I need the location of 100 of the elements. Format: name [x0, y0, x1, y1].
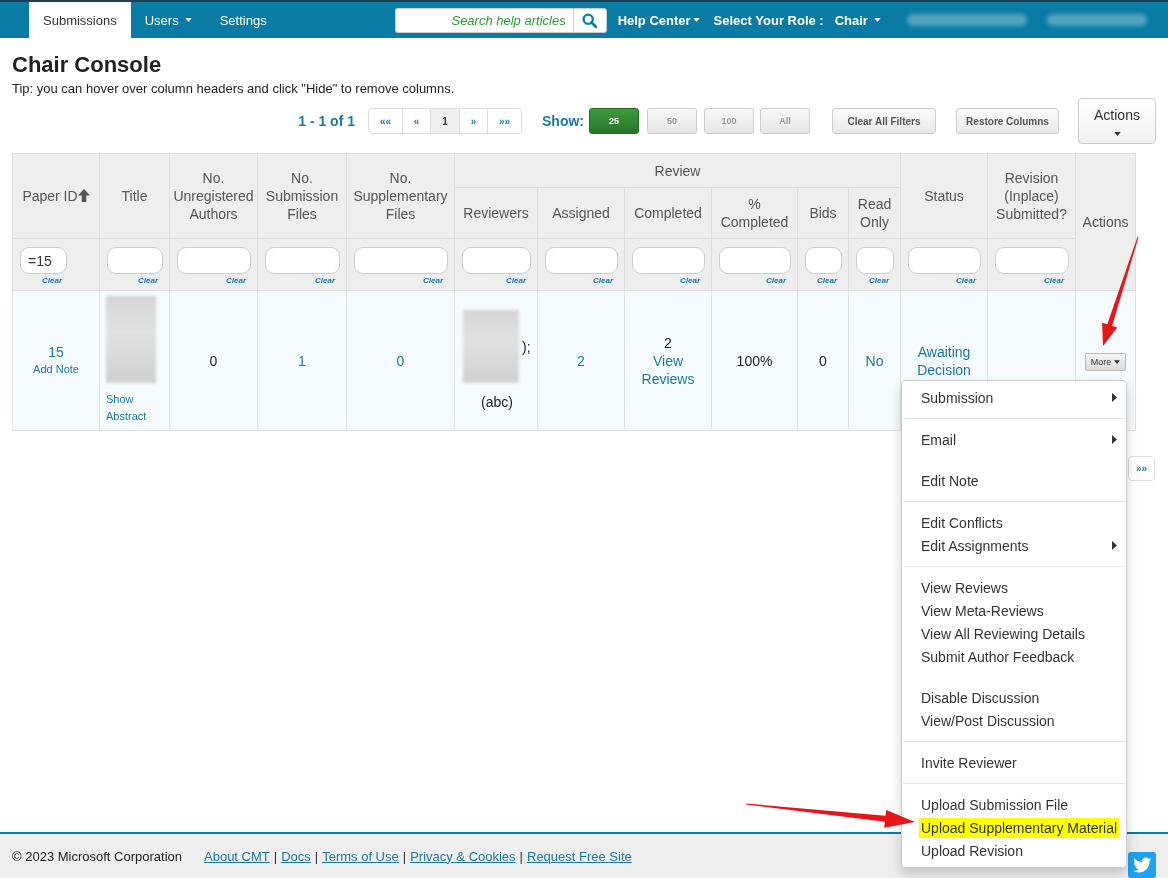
column-header[interactable]: Title — [99, 153, 170, 239]
footer-link[interactable]: Request Free Site — [527, 848, 632, 864]
dropdown-button[interactable]: More — [1084, 352, 1127, 371]
cell-link[interactable]: View Reviews — [631, 351, 705, 388]
copyright-text: © 2023 Microsoft Corporation — [12, 848, 182, 864]
caret-icon — [1114, 359, 1121, 364]
pager-button[interactable]: «« — [368, 108, 403, 134]
column-header[interactable]: Actions — [1075, 153, 1136, 291]
pager-button[interactable]: » — [459, 108, 488, 134]
column-header[interactable]: No. Unregistered Authors — [169, 153, 258, 239]
filter-field[interactable] — [632, 247, 705, 274]
column-header[interactable]: % Completed — [711, 187, 798, 239]
search-field[interactable]: Search help articles — [394, 7, 573, 33]
clear-link[interactable]: Clear — [856, 276, 894, 286]
menu-item[interactable]: Invite Reviewer — [919, 752, 1019, 773]
cell-link[interactable]: 1 — [264, 351, 340, 370]
clear-link[interactable]: Clear — [107, 276, 163, 286]
filter-field[interactable] — [177, 247, 251, 274]
menu-item[interactable]: Upload Revision — [919, 840, 1025, 861]
link-separator: | — [314, 848, 319, 864]
cell-link[interactable]: 2 — [544, 351, 618, 370]
tip-text: Tip: you can hover over column headers and click "Hide" to remove columns. — [12, 80, 456, 98]
menu-item[interactable]: Submission — [919, 387, 996, 408]
column-header[interactable]: Revision (Inplace) Submitted? — [987, 153, 1076, 239]
clear-link[interactable]: Clear — [719, 276, 791, 286]
toolbar-button[interactable]: Restore Columns — [956, 108, 1059, 134]
filter-field[interactable] — [107, 247, 163, 274]
page-size-button[interactable]: 25 — [589, 108, 639, 134]
column-header[interactable]: Paper ID — [12, 153, 100, 239]
link-separator: | — [519, 848, 523, 864]
clear-link[interactable]: Clear — [265, 276, 340, 286]
clear-link[interactable]: Clear — [995, 276, 1070, 286]
column-header[interactable]: No. Submission Files — [257, 153, 347, 239]
menu-item[interactable]: View Meta-Reviews — [919, 600, 1046, 621]
filter-field[interactable] — [354, 247, 448, 274]
nav-link[interactable]: Help Center — [617, 12, 700, 28]
clear-link[interactable]: Clear — [805, 276, 842, 286]
pager-button[interactable]: 1 — [430, 108, 460, 134]
cell-link[interactable]: 15 — [19, 343, 93, 361]
role-dropdown[interactable]: Chair — [834, 12, 881, 28]
footer-link[interactable]: Privacy & Cookies — [410, 848, 516, 864]
filter-field[interactable] — [719, 247, 791, 274]
pager-button[interactable]: « — [402, 108, 431, 134]
menu-item[interactable]: Edit Conflicts — [919, 512, 1005, 533]
menu-item[interactable]: Upload Supplementary Material — [919, 817, 1120, 838]
menu-item[interactable]: Edit Assignments — [919, 535, 1031, 556]
clear-link[interactable]: Clear — [908, 276, 982, 286]
filter-field[interactable] — [265, 247, 340, 274]
column-header[interactable]: Read Only — [848, 187, 901, 239]
column-header[interactable]: No. Supplementary Files — [346, 153, 455, 239]
filter-field[interactable] — [462, 247, 531, 274]
cell-link[interactable]: 0 — [353, 351, 448, 370]
column-header[interactable]: Bids — [797, 187, 849, 239]
menu-item[interactable]: View Reviews — [919, 577, 1010, 598]
column-group-header: Review — [454, 153, 901, 188]
menu-item[interactable]: Email — [919, 429, 958, 450]
column-header[interactable]: Reviewers — [454, 187, 538, 239]
actions-button[interactable]: Actions — [1078, 98, 1156, 144]
filter-field[interactable]: =15 — [20, 247, 67, 274]
nav-tab[interactable]: Settings — [205, 2, 281, 38]
column-header[interactable]: Status — [900, 153, 988, 239]
search-icon — [582, 12, 598, 28]
search-button[interactable] — [572, 7, 607, 33]
clear-link[interactable]: Clear — [545, 276, 618, 286]
footer-link[interactable]: Docs — [281, 848, 311, 864]
cell-value: ); — [522, 337, 531, 356]
page-summary: 1 - 1 of 1 — [298, 113, 355, 129]
cell-link[interactable]: Add Note — [19, 361, 93, 378]
bird-icon[interactable] — [1128, 852, 1156, 878]
clear-link[interactable]: Clear — [177, 276, 251, 286]
filter-field[interactable] — [856, 247, 894, 274]
menu-item[interactable]: View/Post Discussion — [919, 710, 1057, 731]
nav-tab[interactable]: Submissions — [29, 2, 131, 38]
nav-tab[interactable]: Users — [130, 2, 206, 38]
menu-item[interactable]: View All Reviewing Details — [919, 623, 1087, 644]
cell-link[interactable]: Show Abstract — [106, 391, 163, 425]
cell-value: 0 — [818, 351, 828, 370]
link-separator: | — [402, 848, 407, 864]
filter-field[interactable] — [805, 247, 842, 274]
menu-item[interactable]: Edit Note — [919, 470, 981, 491]
link-separator: | — [273, 848, 278, 864]
filter-field[interactable] — [995, 247, 1070, 274]
menu-item[interactable]: Disable Discussion — [919, 687, 1042, 708]
footer-link[interactable]: About CMT — [204, 848, 270, 864]
clear-link[interactable]: Clear — [632, 276, 705, 286]
column-header[interactable]: Completed — [624, 187, 712, 239]
menu-item[interactable]: Upload Submission File — [919, 794, 1071, 815]
footer-link[interactable]: Terms of Use — [322, 848, 399, 864]
cell-link[interactable]: No — [855, 351, 895, 370]
cell-value: 2 — [663, 333, 673, 352]
pager-button[interactable]: »» — [487, 108, 522, 134]
filter-field[interactable] — [908, 247, 982, 274]
clear-link[interactable]: Clear — [462, 276, 531, 286]
column-header[interactable]: Assigned — [537, 187, 625, 239]
clear-link[interactable]: Clear — [20, 276, 67, 286]
toolbar-button[interactable]: Clear All Filters — [832, 108, 936, 134]
filter-field[interactable] — [545, 247, 618, 274]
menu-item[interactable]: Submit Author Feedback — [919, 646, 1077, 667]
clear-link[interactable]: Clear — [354, 276, 448, 286]
pager-button[interactable]: »» — [1128, 456, 1155, 481]
